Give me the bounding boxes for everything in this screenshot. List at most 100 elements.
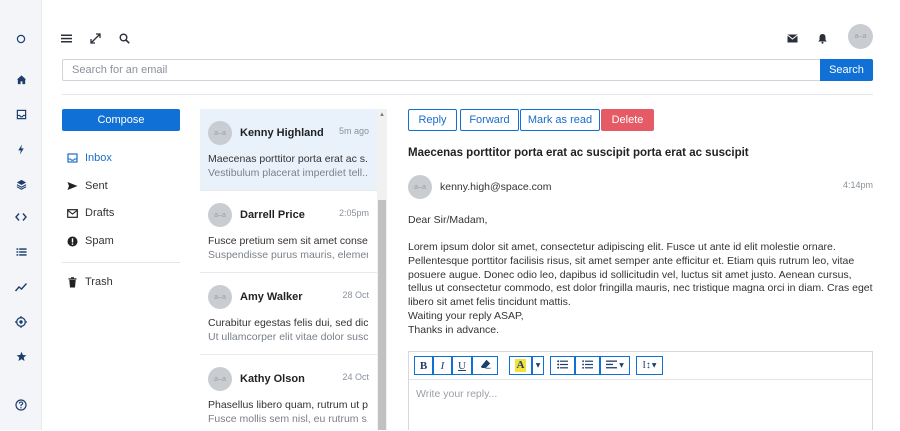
email-subject-preview: Maecenas porttitor porta erat ac s... bbox=[208, 153, 368, 165]
inbox-icon bbox=[66, 152, 78, 164]
email-time: 5m ago bbox=[338, 126, 369, 136]
sender-name: Darrell Price bbox=[240, 209, 305, 221]
email-body-preview: Fusce mollis sem nisl, eu rutrum s... bbox=[208, 413, 368, 425]
message-closing-line-1: Waiting your reply ASAP, bbox=[408, 310, 524, 322]
paragraph-align-button[interactable]: ▼ bbox=[600, 356, 630, 375]
folder-divider bbox=[62, 262, 180, 263]
folder-trash[interactable]: Trash bbox=[66, 273, 113, 291]
icon-rail bbox=[0, 0, 42, 430]
search-icon[interactable] bbox=[117, 31, 131, 45]
envelope-icon bbox=[66, 207, 78, 219]
line-height-icon: I↕ bbox=[642, 360, 651, 371]
folder-label: Drafts bbox=[85, 207, 115, 219]
menu-icon[interactable] bbox=[59, 31, 73, 45]
bell-icon[interactable] bbox=[815, 31, 829, 45]
reply-textarea[interactable] bbox=[409, 381, 872, 431]
numbered-list-icon bbox=[582, 359, 593, 372]
caret-down-icon: ▼ bbox=[535, 362, 541, 369]
inbox-icon[interactable] bbox=[13, 106, 29, 122]
eraser-icon bbox=[480, 359, 491, 372]
folder-label: Spam bbox=[85, 235, 114, 247]
folder-label: Trash bbox=[85, 276, 113, 288]
email-list-item[interactable]: a–a Amy Walker 28 Oct Curabitur egestas … bbox=[200, 273, 377, 355]
sender-avatar: a–a bbox=[408, 175, 432, 199]
sender-email[interactable]: kenny.high@space.com bbox=[440, 181, 551, 193]
header-divider bbox=[62, 94, 873, 95]
email-body-preview: Suspendisse purus mauris, elemen... bbox=[208, 249, 368, 261]
folder-label: Sent bbox=[85, 180, 108, 192]
home-icon[interactable] bbox=[13, 71, 29, 87]
email-time: 24 Oct bbox=[342, 372, 369, 382]
email-time: 2:05pm bbox=[338, 208, 369, 218]
email-list-item[interactable]: a–a Darrell Price 2:05pm Fusce pretium s… bbox=[200, 191, 377, 273]
text-color-dropdown[interactable]: ▼ bbox=[532, 356, 544, 375]
email-list: a–a Kenny Highland 5m ago Maecenas portt… bbox=[200, 109, 387, 430]
send-icon bbox=[66, 180, 78, 192]
numbered-list-button[interactable] bbox=[575, 356, 600, 375]
avatar: a–a bbox=[208, 285, 232, 309]
avatar: a–a bbox=[208, 203, 232, 227]
folder-label: Inbox bbox=[85, 152, 112, 164]
editor-toolbar: B I U A ▼ ▼ I↕ ▼ bbox=[409, 352, 872, 380]
trash-icon bbox=[66, 276, 78, 288]
folder-sent[interactable]: Sent bbox=[66, 177, 108, 195]
layers-icon[interactable] bbox=[13, 176, 29, 192]
compose-button[interactable]: Compose bbox=[62, 109, 180, 131]
folder-drafts[interactable]: Drafts bbox=[66, 204, 114, 222]
eraser-button[interactable] bbox=[472, 356, 498, 375]
chart-line-icon[interactable] bbox=[13, 279, 29, 295]
email-subject-preview: Phasellus libero quam, rutrum ut p... bbox=[208, 399, 368, 411]
email-subject-preview: Curabitur egestas felis dui, sed dic... bbox=[208, 317, 368, 329]
align-icon bbox=[606, 360, 618, 372]
sender-name: Kenny Highland bbox=[240, 127, 324, 139]
avatar: a–a bbox=[208, 121, 232, 145]
circle-icon[interactable] bbox=[13, 31, 29, 47]
line-height-button[interactable]: I↕ ▼ bbox=[636, 356, 663, 375]
email-body-preview: Ut ullamcorper elit vitae dolor susc... bbox=[208, 331, 368, 343]
search-button[interactable]: Search bbox=[820, 59, 873, 81]
alert-icon bbox=[66, 235, 78, 247]
bullet-list-button[interactable] bbox=[550, 356, 575, 375]
mark-as-read-button[interactable]: Mark as read bbox=[520, 109, 600, 131]
email-subject-preview: Fusce pretium sem sit amet conse... bbox=[208, 235, 368, 247]
folder-inbox[interactable]: Inbox bbox=[66, 149, 112, 167]
expand-icon[interactable] bbox=[88, 31, 102, 45]
reply-editor: B I U A ▼ ▼ I↕ ▼ Write your reply... bbox=[408, 351, 873, 431]
sender-name: Kathy Olson bbox=[240, 373, 305, 385]
search-input[interactable] bbox=[62, 59, 820, 81]
reply-button[interactable]: Reply bbox=[408, 109, 457, 131]
message-body: Lorem ipsum dolor sit amet, consectetur … bbox=[408, 241, 873, 309]
list-scrollbar-thumb[interactable] bbox=[378, 200, 386, 430]
mail-icon[interactable] bbox=[785, 31, 799, 45]
caret-down-icon: ▼ bbox=[651, 362, 657, 369]
target-icon[interactable] bbox=[13, 314, 29, 330]
folder-spam[interactable]: Spam bbox=[66, 232, 114, 250]
user-avatar[interactable]: a–a bbox=[848, 24, 873, 49]
highlight-a-icon: A bbox=[515, 359, 526, 372]
caret-down-icon: ▼ bbox=[619, 362, 624, 369]
delete-button[interactable]: Delete bbox=[601, 109, 654, 131]
email-body-preview: Vestibulum placerat imperdiet tell... bbox=[208, 167, 368, 179]
underline-button[interactable]: U bbox=[452, 356, 472, 375]
list-icon[interactable] bbox=[13, 244, 29, 260]
message-subject: Maecenas porttitor porta erat ac suscipi… bbox=[408, 147, 749, 159]
star-icon[interactable] bbox=[13, 348, 29, 364]
italic-button[interactable]: I bbox=[433, 356, 452, 375]
message-greeting: Dear Sir/Madam, bbox=[408, 214, 488, 226]
bold-button[interactable]: B bbox=[414, 356, 433, 375]
main-area: a–a Search Compose Inbox Sent Drafts Spa… bbox=[42, 0, 900, 431]
bolt-icon[interactable] bbox=[13, 141, 29, 157]
sender-name: Amy Walker bbox=[240, 291, 303, 303]
email-time: 28 Oct bbox=[342, 290, 369, 300]
avatar: a–a bbox=[208, 367, 232, 391]
scroll-up-arrow-icon[interactable]: ▲ bbox=[377, 110, 387, 120]
text-color-button[interactable]: A bbox=[509, 356, 532, 375]
code-icon[interactable] bbox=[13, 209, 29, 225]
help-icon[interactable] bbox=[13, 397, 29, 413]
message-time: 4:14pm bbox=[843, 180, 874, 190]
email-list-item[interactable]: a–a Kenny Highland 5m ago Maecenas portt… bbox=[200, 109, 377, 191]
forward-button[interactable]: Forward bbox=[460, 109, 519, 131]
email-list-item[interactable]: a–a Kathy Olson 24 Oct Phasellus libero … bbox=[200, 355, 377, 430]
bullet-list-icon bbox=[557, 359, 568, 372]
message-closing-line-2: Thanks in advance. bbox=[408, 324, 500, 336]
